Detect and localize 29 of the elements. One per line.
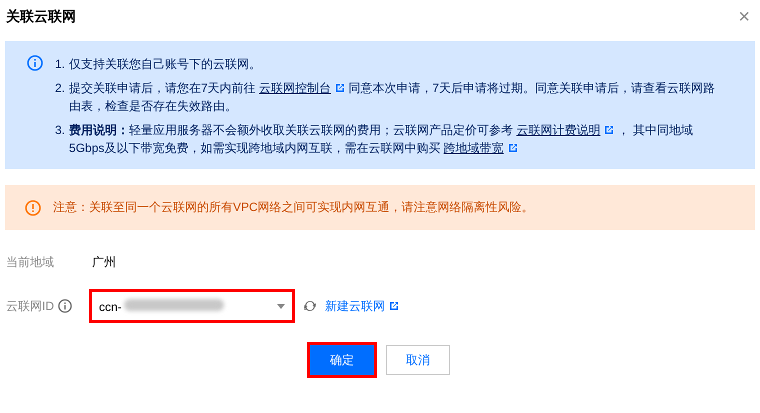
external-link-icon[interactable]	[335, 83, 346, 93]
link[interactable]: 跨地域带宽	[444, 141, 504, 155]
notice-text: 费用说明：轻量应用服务器不会额外收取关联云联网的费用；云联网产品定价可参考 云联网计费说明 ， 其中同地域5Gbps及以下带宽免费，如需实现跨地域内网互联，需在云联网中购买 跨地域带宽	[69, 122, 694, 157]
ccn-select[interactable]: ccn-	[89, 289, 295, 323]
refresh-icon[interactable]	[303, 299, 317, 313]
link[interactable]: 云联网计费说明	[516, 123, 600, 137]
confirm-button[interactable]: 确定	[310, 345, 374, 375]
select-value: ccn-	[99, 300, 122, 314]
notice-text: 提交关联申请后，请您在7天内前往 云联网控制台 同意本次申请，7天后申请将过期。同意关联申请后，请查看云联网路由表，检查是否存在失效路由。	[69, 80, 716, 115]
external-link-icon[interactable]	[508, 143, 518, 153]
notice-text: 仅支持关联您自己账号下的云联网。	[69, 56, 262, 73]
region-value: 广州	[92, 254, 116, 271]
info-icon[interactable]	[58, 299, 72, 313]
external-link-icon[interactable]	[604, 125, 614, 135]
list-number: 1.	[55, 56, 66, 73]
external-link-icon[interactable]	[389, 301, 399, 311]
info-icon	[27, 55, 43, 71]
create-ccn-link[interactable]: 新建云联网	[325, 298, 385, 314]
link[interactable]: 云联网控制台	[259, 81, 332, 95]
dialog-title: 关联云联网	[6, 8, 76, 26]
cancel-button[interactable]: 取消	[386, 345, 450, 375]
field-label: 云联网ID	[6, 298, 54, 314]
caret-icon	[277, 304, 285, 308]
list-number: 2.	[55, 80, 66, 97]
warning-text: 注意：关联至同一个云联网的所有VPC网络之间可实现内网互通，请注意网络隔离性风险。	[53, 199, 534, 216]
field-label: 当前地域	[6, 254, 55, 271]
warning-icon	[25, 200, 41, 216]
list-number: 3.	[55, 122, 66, 139]
close-button[interactable]: ×	[738, 6, 750, 28]
